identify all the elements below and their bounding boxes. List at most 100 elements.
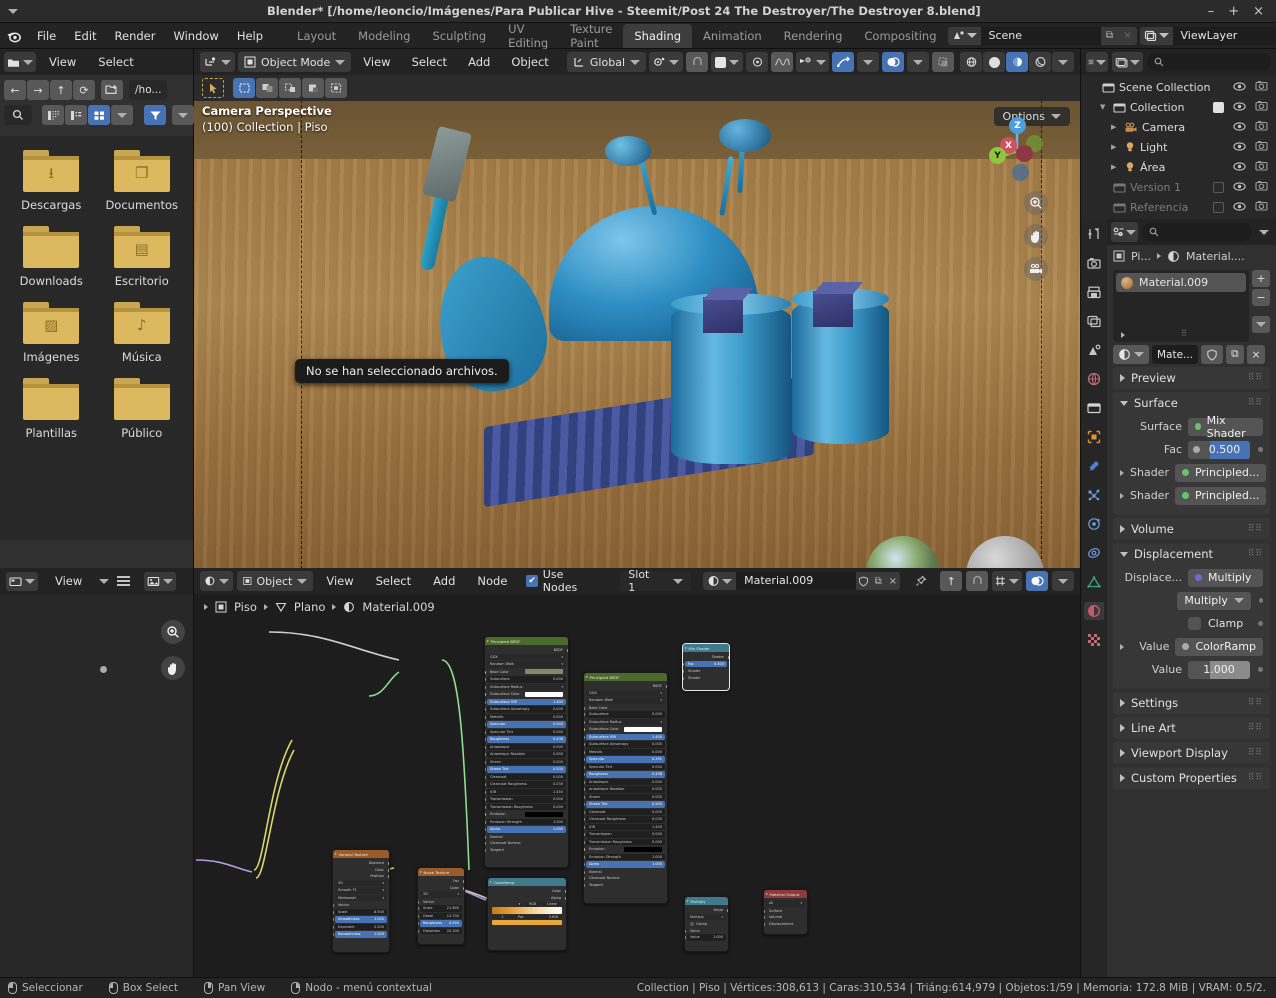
outliner-row[interactable]: ▶Camera — [1081, 117, 1276, 137]
shading-options-dropdown[interactable] — [1052, 52, 1074, 72]
node-output-socket[interactable]: Shader — [685, 654, 727, 661]
node-field-row[interactable]: Transmission0.000 — [586, 831, 665, 838]
filter-toggle-button[interactable] — [144, 105, 166, 125]
sidebar-menu-view[interactable]: View — [46, 571, 91, 591]
visibility-selector[interactable] — [796, 52, 829, 72]
shader1-value[interactable]: Principled... — [1175, 464, 1266, 482]
editor-type-selector-viewport[interactable] — [200, 52, 235, 72]
pin-icon[interactable] — [910, 571, 932, 591]
use-nodes-checkbox[interactable]: ✔ — [526, 575, 537, 587]
workspace-tab-compositing[interactable]: Compositing — [853, 24, 947, 48]
shader-menu-node[interactable]: Node — [468, 571, 516, 591]
pan-viewport-icon[interactable] — [1024, 224, 1048, 248]
panel-line-art[interactable]: Line Art ⠿⠿ — [1113, 717, 1270, 739]
node-header[interactable]: ▾Multiply — [685, 897, 728, 905]
browse-material-button[interactable] — [1113, 345, 1149, 364]
disable-in-render-icon[interactable] — [1255, 80, 1268, 94]
node-color-input[interactable]: Subsurface Color — [586, 726, 665, 733]
disable-in-render-icon[interactable] — [1255, 140, 1268, 154]
file-browser-grid[interactable]: ⭳Descargas❐DocumentosDownloads▤Escritori… — [0, 136, 193, 540]
hide-in-viewport-icon[interactable] — [1233, 121, 1246, 134]
shader-node[interactable]: ▾Principled BSDFBSDFGGX▾Random Walk▾Base… — [583, 672, 668, 904]
ramp-color-swatch[interactable] — [492, 920, 562, 925]
editor-type-selector[interactable] — [4, 52, 36, 72]
shader-node[interactable]: ▾ColorRampColorAlpha▾RGBLinear2Pos0.636 — [487, 877, 567, 951]
outliner-row[interactable]: ▶Light — [1081, 137, 1276, 157]
gizmo-toggle-button[interactable] — [832, 52, 854, 72]
properties-tab-modifier[interactable] — [1084, 457, 1104, 475]
editor-type-selector-shader[interactable] — [200, 571, 233, 591]
node-field-row[interactable]: Scale21.600 — [420, 905, 462, 912]
properties-tab-data[interactable] — [1084, 573, 1104, 591]
outliner-enable-checkbox[interactable] — [1213, 202, 1224, 213]
node-slider-row[interactable]: Sheen Tint0.500 — [487, 766, 566, 773]
outliner-enable-checkbox[interactable] — [1213, 182, 1224, 193]
image-selector[interactable] — [144, 572, 176, 591]
select-extend-button[interactable] — [279, 78, 301, 98]
operation-animate-dot[interactable] — [1259, 598, 1263, 603]
snap-magnet-icon[interactable] — [686, 52, 708, 72]
node-field-row[interactable]: Subsurface Anisotropy0.000 — [586, 741, 665, 748]
surface-value[interactable]: Mix Shader — [1188, 418, 1263, 436]
select-new-button[interactable] — [256, 78, 278, 98]
node-drop-row[interactable]: Subsurface Radius▾ — [586, 719, 665, 726]
workspace-tab-rendering[interactable]: Rendering — [773, 24, 854, 48]
viewlayer-name[interactable]: ViewLayer — [1173, 27, 1276, 45]
shader2-expand-icon[interactable] — [1120, 493, 1124, 499]
node-slider-row[interactable]: Randomness1.000 — [335, 931, 387, 938]
camera-view-icon[interactable] — [1024, 257, 1048, 281]
node-drop-row[interactable]: All▾ — [766, 900, 805, 907]
properties-tab-object[interactable] — [1084, 428, 1104, 446]
ramp-interp[interactable]: Linear — [542, 902, 562, 906]
node-field-row[interactable]: Specular Tint0.000 — [487, 729, 566, 736]
material-specials-dropdown[interactable] — [1252, 316, 1270, 333]
workspace-tab-modeling[interactable]: Modeling — [347, 24, 421, 48]
properties-tab-material[interactable] — [1084, 602, 1104, 620]
node-color-input[interactable]: Emission — [586, 846, 665, 853]
node-header[interactable]: ▾ColorRamp — [488, 878, 566, 886]
file-browser-item[interactable]: ❐Documentos — [97, 150, 188, 212]
node-drop-row[interactable]: Smooth F1▾ — [335, 887, 387, 894]
outliner-expand-icon[interactable]: ▶ — [1111, 123, 1120, 131]
window-menu-button[interactable] — [0, 9, 40, 14]
display-thumbnails-button[interactable] — [88, 105, 110, 125]
node-slider-row[interactable]: Smoothness1.000 — [335, 916, 387, 923]
node-slider-row[interactable]: Specular0.291 — [586, 756, 665, 763]
nav-parent-button[interactable]: ↑ — [50, 80, 72, 100]
shader2-value[interactable]: Principled... — [1175, 487, 1266, 505]
node-field-row[interactable]: Anisotropic Rotation0.000 — [487, 751, 566, 758]
material-slot-item[interactable]: Material.009 — [1116, 273, 1246, 292]
shader-node[interactable]: ▾Principled BSDFBSDFGGX▾Random Walk▾Base… — [484, 636, 569, 868]
panel-settings-header[interactable]: Settings ⠿⠿ — [1113, 692, 1270, 714]
panel-custom-properties-header[interactable]: Custom Properties ⠿⠿ — [1113, 767, 1270, 789]
ramp-index[interactable]: 2 — [492, 915, 513, 919]
panel-preview[interactable]: Preview ⠿⠿ — [1113, 367, 1270, 389]
node-colorramp[interactable]: ▾RGBLinear2Pos0.636 — [490, 901, 564, 926]
outliner-search-input[interactable] — [1147, 53, 1271, 71]
fake-user-shield-button[interactable] — [1201, 345, 1223, 364]
hide-in-viewport-icon[interactable] — [1233, 141, 1246, 154]
properties-tab-particles[interactable] — [1084, 486, 1104, 504]
node-slider-row[interactable]: Specular0.500 — [487, 721, 566, 728]
filter-options-dropdown[interactable] — [172, 105, 194, 125]
node-slider-row[interactable]: Alpha1.000 — [487, 826, 566, 833]
node-field-row[interactable]: Subsurface0.000 — [586, 711, 665, 718]
breadcrumb-material[interactable]: Material.009 — [362, 600, 434, 614]
panel-preview-header[interactable]: Preview ⠿⠿ — [1113, 367, 1270, 389]
menu-window[interactable]: Window — [164, 26, 227, 46]
node-header[interactable]: ▾Noise Texture — [418, 868, 464, 876]
panel-volume-header[interactable]: Volume ⠿⠿ — [1113, 518, 1270, 540]
select-subtract-button[interactable] — [302, 78, 324, 98]
properties-filter-dropdown[interactable] — [1256, 222, 1272, 242]
panel-displacement[interactable]: Displacement ⠿⠿ Displace... Multiply — [1113, 543, 1270, 689]
shader-node[interactable]: ▾Noise TextureFacColor3D▾VectorScale21.6… — [417, 867, 465, 945]
panel-volume[interactable]: Volume ⠿⠿ — [1113, 518, 1270, 540]
node-slider-row[interactable]: Roughness0.436 — [487, 736, 566, 743]
node-drop-row[interactable]: GGX▾ — [487, 654, 566, 661]
transform-orientation-selector[interactable]: Global — [567, 52, 646, 72]
node-output-socket[interactable]: Value — [687, 907, 726, 914]
node-slider-row[interactable]: Subsurface IOR1.400 — [586, 734, 665, 741]
clamp-checkbox[interactable] — [1188, 617, 1201, 630]
slot-expand-icon[interactable] — [1121, 332, 1125, 338]
properties-tab-scene[interactable] — [1084, 341, 1104, 359]
